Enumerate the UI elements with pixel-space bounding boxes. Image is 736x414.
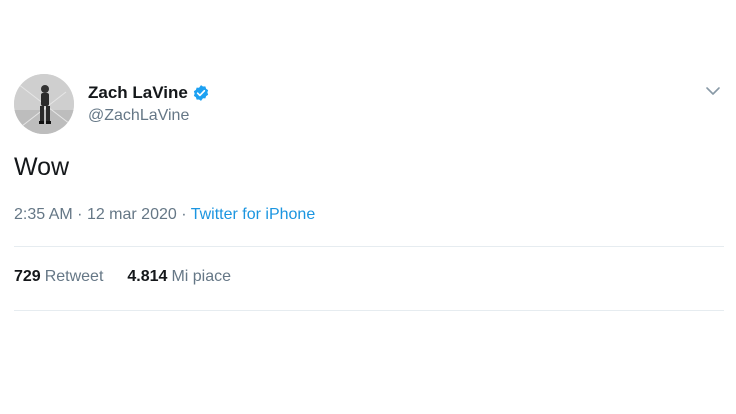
retweets-count: 729 [14, 268, 41, 285]
tweet-time[interactable]: 2:35 AM [14, 206, 73, 223]
name-row: Zach LaVine [88, 82, 210, 104]
divider [14, 246, 724, 247]
user-handle[interactable]: @ZachLaVine [88, 107, 189, 125]
display-name[interactable]: Zach LaVine [88, 83, 188, 103]
likes-count: 4.814 [127, 268, 168, 285]
tweet-card: Zach LaVine @ZachLaVine Wow 2:35 AM · 12… [0, 0, 736, 414]
avatar-photo [14, 74, 74, 134]
meta-separator: · [181, 206, 191, 223]
tweet-meta: 2:35 AM · 12 mar 2020 · Twitter for iPho… [14, 206, 315, 224]
avatar[interactable] [14, 74, 74, 134]
retweets-stat[interactable]: 729 Retweet [14, 268, 103, 286]
tweet-date[interactable]: 12 mar 2020 [87, 206, 177, 223]
likes-stat[interactable]: 4.814 Mi piace [127, 268, 231, 286]
likes-label: Mi piace [171, 268, 232, 285]
retweets-label: Retweet [44, 268, 104, 285]
chevron-down-icon[interactable] [703, 81, 723, 101]
tweet-stats: 729 Retweet 4.814 Mi piace [14, 268, 255, 286]
divider [14, 310, 724, 311]
tweet-text: Wow [14, 153, 70, 181]
tweet-source-link[interactable]: Twitter for iPhone [191, 206, 316, 223]
verified-badge-icon [192, 84, 210, 102]
meta-separator: · [77, 206, 87, 223]
